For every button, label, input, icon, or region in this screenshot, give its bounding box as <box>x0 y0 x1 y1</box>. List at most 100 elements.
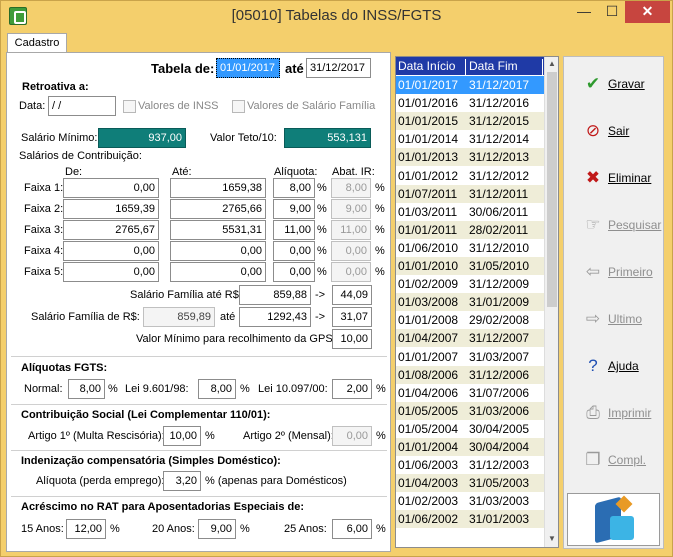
rat15-input[interactable]: 12,00 <box>66 519 106 539</box>
sf-ate-input[interactable]: 859,88 <box>239 285 311 305</box>
row-data-inicio: 01/08/2006 <box>398 367 459 382</box>
lei9601-input[interactable]: 8,00 <box>198 379 236 399</box>
rat20-input[interactable]: 9,00 <box>198 519 236 539</box>
col-data-fim[interactable]: Data Fim <box>467 59 543 75</box>
retroativa-label: Retroativa a: <box>22 81 89 93</box>
grid-row[interactable]: 01/03/2011 30/06/2011 <box>396 202 544 221</box>
row-data-inicio: 01/02/2003 <box>398 494 459 509</box>
row-data-inicio: 01/01/2007 <box>398 349 459 364</box>
sf-ate-value-input[interactable]: 44,09 <box>332 285 372 305</box>
gps-input[interactable]: 10,00 <box>332 329 372 349</box>
grid-row[interactable]: 01/01/2015 31/12/2015 <box>396 112 544 131</box>
salario-minimo-input[interactable]: 937,00 <box>98 128 186 148</box>
col-data-inicio[interactable]: Data Início <box>396 59 466 75</box>
faixa-de-input[interactable]: 1659,39 <box>63 199 159 219</box>
grid-row[interactable]: 01/01/2004 30/04/2004 <box>396 438 544 456</box>
valores-salario-familia-checkbox[interactable] <box>232 100 245 113</box>
compl-button[interactable]: ❐ Compl. <box>570 439 659 481</box>
grid-row[interactable]: 01/01/2014 31/12/2014 <box>396 130 544 149</box>
faixa-abat-input[interactable]: 9,00 <box>331 199 371 219</box>
grid-row[interactable]: 01/01/2011 28/02/2011 <box>396 220 544 239</box>
grid-row[interactable]: 01/04/2007 31/12/2007 <box>396 329 544 348</box>
grid-row[interactable]: 01/06/2002 31/01/2003 <box>396 510 544 529</box>
aliquota-perda-input[interactable]: 3,20 <box>163 471 201 491</box>
imprimir-button[interactable]: ⎙ Imprimir <box>570 392 659 434</box>
faixa-abat-input[interactable]: 0,00 <box>331 241 371 261</box>
scroll-down-icon[interactable]: ▼ <box>548 534 556 543</box>
grid-row[interactable]: 01/02/2009 31/12/2009 <box>396 275 544 294</box>
grid-row[interactable]: 01/06/2003 31/12/2003 <box>396 456 544 475</box>
ultimo-button[interactable]: ⇨ Ultimo <box>570 298 659 340</box>
row-data-fim: 31/12/2009 <box>469 277 530 292</box>
faixa-de-input[interactable]: 0,00 <box>63 262 159 282</box>
grid-row[interactable]: 01/01/2012 31/12/2012 <box>396 166 544 185</box>
faixa-ate-input[interactable]: 1659,38 <box>170 178 266 198</box>
scroll-up-icon[interactable]: ▲ <box>548 59 556 68</box>
artigo1-input[interactable]: 10,00 <box>163 426 201 446</box>
scroll-thumb[interactable] <box>547 72 557 307</box>
faixa-aliquota-input[interactable]: 0,00 <box>273 241 315 261</box>
close-button[interactable]: ✕ <box>625 1 670 23</box>
printer-icon: ⎙ <box>586 403 600 422</box>
grid-row[interactable]: 01/01/2017 31/12/2017 <box>396 76 544 94</box>
sf-de-value-input[interactable]: 31,07 <box>332 307 372 327</box>
faixa-ate-input[interactable]: 2765,66 <box>170 199 266 219</box>
normal-input[interactable]: 8,00 <box>68 379 105 399</box>
faixa-de-input[interactable]: 0,00 <box>63 178 159 198</box>
grid-row[interactable]: 01/05/2004 30/04/2005 <box>396 419 544 438</box>
pesquisar-button[interactable]: ☞ Pesquisar <box>570 204 661 246</box>
minimize-button[interactable]: — <box>571 1 597 23</box>
aliquota-perda-label: Alíquota (perda emprego): <box>36 475 165 487</box>
ajuda-button[interactable]: ? Ajuda <box>570 345 659 387</box>
faixa-abat-input[interactable]: 0,00 <box>331 262 371 282</box>
faixa-aliquota-input[interactable]: 11,00 <box>273 220 315 240</box>
grid-row[interactable]: 01/06/2010 31/12/2010 <box>396 238 544 257</box>
primeiro-button[interactable]: ⇦ Primeiro <box>570 251 659 293</box>
button-label: Ajuda <box>608 359 639 373</box>
grid-row[interactable]: 01/01/2010 31/05/2010 <box>396 257 544 275</box>
grid-row[interactable]: 01/08/2006 31/12/2006 <box>396 365 544 384</box>
faixa-abat-input[interactable]: 8,00 <box>331 178 371 198</box>
grid-row[interactable]: 01/01/2008 29/02/2008 <box>396 311 544 330</box>
grid-row[interactable]: 01/07/2011 31/12/2011 <box>396 184 544 203</box>
faixa-aliquota-input[interactable]: 0,00 <box>273 262 315 282</box>
grid-row[interactable]: 01/02/2003 31/03/2003 <box>396 492 544 511</box>
sair-button[interactable]: ⊘ Sair <box>570 110 659 152</box>
row-data-inicio: 01/01/2016 <box>398 96 459 111</box>
gravar-button[interactable]: ✔ Gravar <box>570 63 659 105</box>
valores-inss-checkbox[interactable] <box>123 100 136 113</box>
faixa-de-input[interactable]: 2765,67 <box>63 220 159 240</box>
grid-row[interactable]: 01/01/2013 31/12/2013 <box>396 148 544 167</box>
grid-row[interactable]: 01/01/2016 31/12/2016 <box>396 94 544 113</box>
row-data-fim: 29/02/2008 <box>469 313 530 328</box>
grid-row[interactable]: 01/04/2006 31/07/2006 <box>396 383 544 402</box>
artigo2-input[interactable]: 0,00 <box>332 426 372 446</box>
rat25-input[interactable]: 6,00 <box>332 519 372 539</box>
faixa-ate-input[interactable]: 0,00 <box>170 241 266 261</box>
window: [05010] Tabelas do INSS/FGTS — ☐ ✕ Cadas… <box>0 0 673 557</box>
faixa-aliquota-input[interactable]: 8,00 <box>273 178 315 198</box>
faixa-aliquota-input[interactable]: 9,00 <box>273 199 315 219</box>
faixa-ate-input[interactable]: 5531,31 <box>170 220 266 240</box>
tabelas-grid[interactable]: Data Início Data Fim 01/01/2017 31/12/20… <box>395 56 559 548</box>
lei10097-input[interactable]: 2,00 <box>332 379 372 399</box>
divider <box>11 404 387 405</box>
valor-teto-input[interactable]: 553,131 <box>284 128 371 148</box>
grid-row[interactable]: 01/05/2005 31/03/2006 <box>396 401 544 420</box>
grid-scrollbar[interactable]: ▲ ▼ <box>544 57 558 547</box>
data-input[interactable]: / / <box>48 96 116 116</box>
tabela-ate-input[interactable]: 31/12/2017 <box>306 58 371 78</box>
grid-row[interactable]: 01/04/2003 31/05/2003 <box>396 474 544 493</box>
eliminar-button[interactable]: ✖ Eliminar <box>570 157 659 199</box>
sf-de-input[interactable]: 859,89 <box>143 307 215 327</box>
faixa-ate-input[interactable]: 0,00 <box>170 262 266 282</box>
tabela-de-input[interactable]: 01/01/2017 <box>216 58 280 78</box>
col-ate-label: Até: <box>172 166 192 178</box>
faixa-de-input[interactable]: 0,00 <box>63 241 159 261</box>
grid-row[interactable]: 01/01/2007 31/03/2007 <box>396 347 544 366</box>
faixa-abat-input[interactable]: 11,00 <box>331 220 371 240</box>
maximize-button[interactable]: ☐ <box>599 1 625 23</box>
tab-cadastro[interactable]: Cadastro <box>7 33 67 53</box>
sf-de-ate-input[interactable]: 1292,43 <box>239 307 311 327</box>
grid-row[interactable]: 01/03/2008 31/01/2009 <box>396 293 544 312</box>
